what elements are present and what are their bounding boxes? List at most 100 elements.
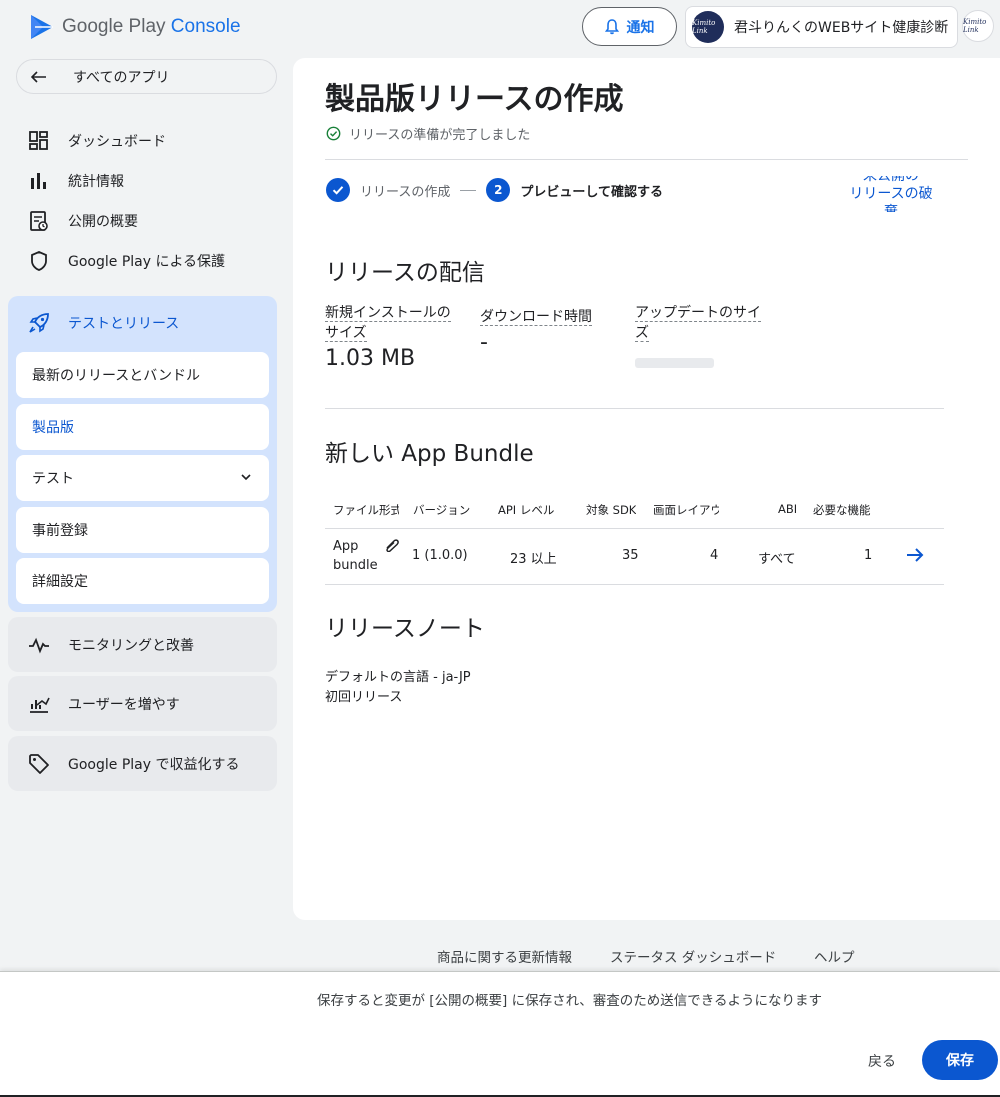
bell-icon bbox=[604, 18, 619, 34]
footer-link-product-updates[interactable]: 商品に関する更新情報 bbox=[437, 946, 572, 966]
release-notes-language: デフォルトの言語 - ja-JP bbox=[325, 670, 471, 685]
logo-text-console: Console bbox=[170, 16, 241, 37]
update-size-label-line: アップデートのサイ bbox=[635, 305, 761, 322]
sidebar-item-play-protection[interactable]: Google Play による保護 bbox=[28, 246, 225, 276]
cell-target-sdk: 35 bbox=[622, 548, 639, 563]
footer-link-help[interactable]: ヘルプ bbox=[814, 946, 855, 966]
update-size-loading-placeholder bbox=[635, 358, 714, 368]
release-notes-text: 初回リリース bbox=[325, 690, 403, 705]
sidebar-item-dashboard[interactable]: ダッシュボード bbox=[28, 126, 166, 156]
attachment-icon bbox=[386, 539, 399, 552]
cell-file-type-line: App bbox=[333, 539, 359, 554]
tag-icon bbox=[29, 753, 49, 774]
discard-link-line: 未公開の bbox=[863, 176, 919, 184]
developer-avatar-text: Kimito Link bbox=[692, 19, 716, 35]
dashboard-icon bbox=[29, 131, 48, 150]
discard-release-link[interactable]: 未公開の リリースの破 棄 bbox=[848, 176, 934, 212]
table-header-divider bbox=[325, 528, 944, 529]
notifications-label: 通知 bbox=[626, 19, 655, 36]
grow-users-icon bbox=[30, 697, 50, 713]
sidebar-item-monitor-improve[interactable]: モニタリングと改善 bbox=[8, 617, 277, 672]
sidebar-item-label: モニタリングと改善 bbox=[68, 637, 194, 654]
sidebar-subitem-label: 最新のリリースとバンドル bbox=[32, 368, 200, 384]
sidebar-subitem-label: テスト bbox=[32, 471, 74, 487]
table-bottom-divider bbox=[325, 584, 944, 585]
download-time-value: - bbox=[480, 330, 488, 355]
install-size-label-line: 新規インストールの bbox=[325, 305, 451, 322]
rocket-icon bbox=[29, 313, 49, 333]
column-header-version: バージョン bbox=[413, 503, 471, 517]
step-2-number: 2 bbox=[486, 178, 511, 202]
column-header-target-sdk: 対象 SDK bbox=[586, 503, 637, 517]
sidebar-item-label: 統計情報 bbox=[68, 174, 124, 190]
sidebar-item-label: 公開の概要 bbox=[68, 214, 138, 230]
column-header-required-features: 必要な機能 bbox=[813, 503, 871, 517]
release-ready-status: リリースの準備が完了しました bbox=[326, 124, 530, 143]
shield-icon bbox=[31, 251, 47, 271]
update-size-label-line: ズ bbox=[635, 325, 649, 342]
sidebar-item-publishing-overview[interactable]: 公開の概要 bbox=[28, 206, 138, 236]
release-notes-title: リリースノート bbox=[325, 616, 485, 642]
sidebar-subitem-testing[interactable]: テスト bbox=[16, 455, 269, 501]
user-avatar[interactable]: Kimito Link bbox=[962, 10, 994, 42]
step-1-complete-icon bbox=[326, 178, 350, 202]
sidebar-item-label: Google Play による保護 bbox=[68, 254, 226, 270]
release-stepper: リリースの作成 2 プレビューして確認する bbox=[326, 178, 663, 202]
footer-link-status-dashboard[interactable]: ステータス ダッシュボード bbox=[610, 946, 776, 966]
sidebar-subitem-production[interactable]: 製品版 bbox=[16, 404, 269, 450]
divider bbox=[325, 159, 968, 160]
save-button[interactable]: 保存 bbox=[922, 1040, 998, 1080]
sidebar-item-label: Google Play で収益化する bbox=[68, 756, 240, 773]
sidebar-item-test-and-release[interactable]: テストとリリース bbox=[28, 308, 179, 338]
release-delivery-title: リリースの配信 bbox=[325, 260, 485, 286]
arrow-back-icon bbox=[31, 70, 46, 83]
bar-chart-icon bbox=[31, 173, 46, 189]
column-header-screen-layouts: 画面レイアウト bbox=[653, 503, 719, 517]
bottom-action-bar: 保存すると変更が [公開の概要] に保存され、審査のため送信できるようになります… bbox=[0, 971, 1000, 1097]
step-connector bbox=[460, 189, 477, 191]
new-app-bundle-title: 新しい App Bundle bbox=[325, 441, 534, 467]
developer-account-name: 君斗りんくのWEBサイト健康診断 bbox=[734, 20, 949, 36]
sidebar-subitem-label: 事前登録 bbox=[32, 523, 88, 539]
arrow-forward-icon[interactable] bbox=[905, 547, 925, 563]
sidebar-subitem-label: 製品版 bbox=[32, 420, 74, 436]
top-bar: Google Play Console 通知 Kimito Link 君斗りんく… bbox=[0, 0, 1000, 56]
sidebar-item-label: ダッシュボード bbox=[68, 134, 166, 150]
download-time-label-text: ダウンロード時間 bbox=[480, 309, 592, 326]
monitoring-icon bbox=[29, 637, 49, 653]
user-avatar-text: Kimito Link bbox=[963, 18, 987, 34]
sidebar-subitem-pre-registration[interactable]: 事前登録 bbox=[16, 507, 269, 553]
discard-link-line: 棄 bbox=[884, 204, 898, 212]
cell-screen-layouts: 4 bbox=[710, 548, 719, 563]
back-button[interactable]: 戻る bbox=[868, 1051, 896, 1071]
sidebar-subitem-advanced-settings[interactable]: 詳細設定 bbox=[16, 558, 269, 604]
developer-avatar: Kimito Link bbox=[692, 11, 724, 43]
notifications-button[interactable]: 通知 bbox=[582, 7, 677, 46]
sidebar-subitem-label: 詳細設定 bbox=[32, 574, 88, 590]
sidebar-item-grow-users[interactable]: ユーザーを増やす bbox=[8, 676, 277, 731]
discard-link-line: リリースの破 bbox=[849, 186, 933, 202]
developer-account-selector[interactable]: Kimito Link 君斗りんくのWEBサイト健康診断 bbox=[685, 6, 958, 48]
install-size-label: 新規インストールの サイズ bbox=[325, 303, 451, 343]
google-play-console-logo[interactable]: Google Play Console bbox=[30, 14, 241, 40]
release-ready-text: リリースの準備が完了しました bbox=[349, 128, 531, 143]
column-header-abi: ABI bbox=[778, 502, 798, 516]
install-size-value: 1.03 MB bbox=[325, 346, 416, 371]
sidebar-subitem-latest-releases[interactable]: 最新のリリースとバンドル bbox=[16, 352, 269, 398]
page-title: 製品版リリースの作成 bbox=[325, 82, 624, 117]
play-console-logo-icon bbox=[31, 15, 53, 39]
all-apps-button[interactable]: すべてのアプリ bbox=[16, 59, 277, 94]
sidebar-item-monetize[interactable]: Google Play で収益化する bbox=[8, 736, 277, 791]
column-header-api-level: API レベル bbox=[498, 503, 555, 517]
publish-overview-icon bbox=[30, 211, 48, 231]
update-size-label: アップデートのサイ ズ bbox=[635, 303, 761, 343]
sidebar-item-statistics[interactable]: 統計情報 bbox=[28, 166, 124, 196]
sidebar-item-label: ユーザーを増やす bbox=[68, 696, 180, 713]
cell-api-level: 23 以上 bbox=[510, 552, 557, 567]
check-circle-icon bbox=[326, 126, 341, 141]
step-1-label[interactable]: リリースの作成 bbox=[360, 181, 450, 200]
all-apps-label: すべてのアプリ bbox=[73, 69, 170, 86]
download-time-label: ダウンロード時間 bbox=[480, 307, 592, 327]
save-info-message: 保存すると変更が [公開の概要] に保存され、審査のため送信できるようになります bbox=[317, 993, 822, 1009]
cell-abi: すべて bbox=[758, 552, 796, 567]
